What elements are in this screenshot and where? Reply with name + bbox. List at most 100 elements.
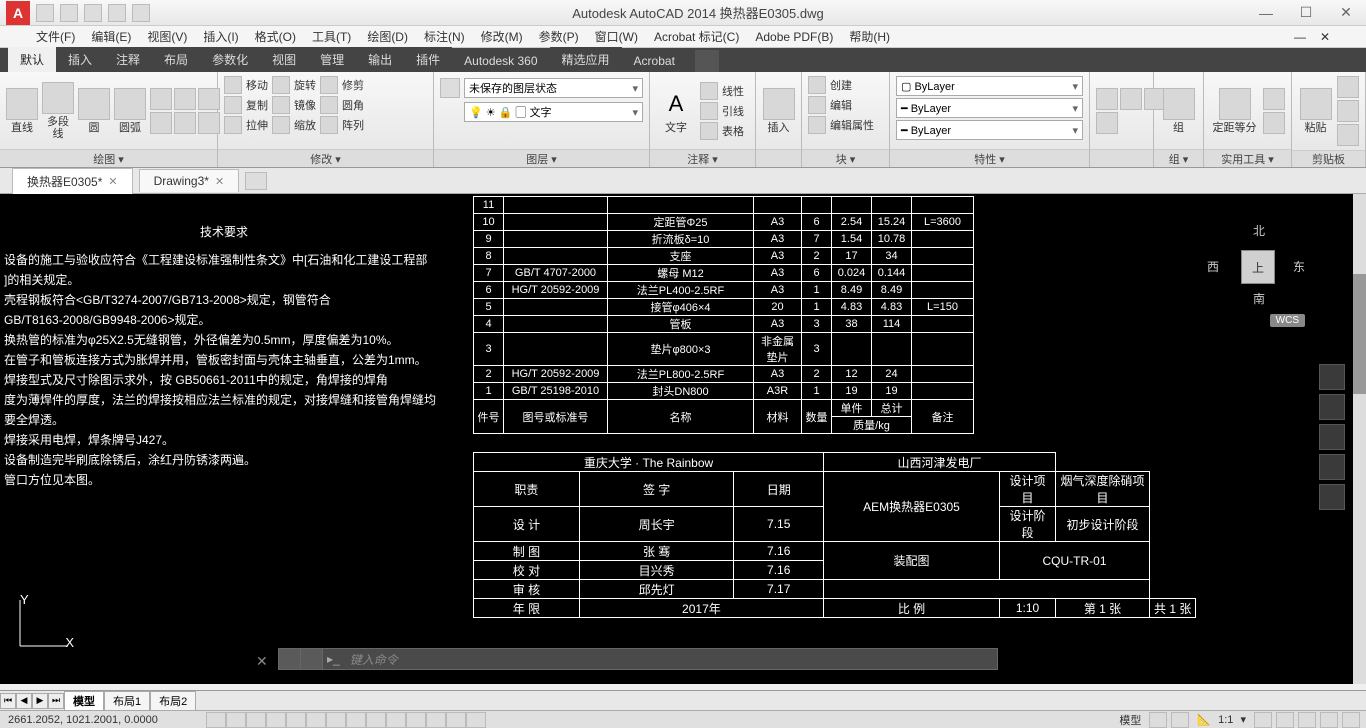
point-icon[interactable] xyxy=(174,112,196,134)
menu-file[interactable]: 文件(F) xyxy=(30,26,81,47)
layerprop-icon[interactable] xyxy=(440,78,460,98)
layout-next-icon[interactable]: ▶ xyxy=(32,693,48,709)
doc-tab[interactable]: Drawing3*✕ xyxy=(139,169,240,192)
layer-state-dropdown[interactable]: 未保存的图层状态▾ xyxy=(464,78,643,98)
qat-redo-icon[interactable] xyxy=(132,4,150,22)
tab-default[interactable]: 默认 xyxy=(8,47,56,72)
tab-close-icon[interactable]: ✕ xyxy=(108,175,117,188)
panel-util-label[interactable]: 实用工具 ▾ xyxy=(1204,149,1291,167)
status-icon[interactable] xyxy=(1171,712,1189,728)
hatch-icon[interactable] xyxy=(150,112,172,134)
layout-tab[interactable]: 布局1 xyxy=(104,691,150,711)
array-icon[interactable] xyxy=(320,116,338,134)
3dosnap-toggle[interactable] xyxy=(306,712,326,728)
measure-button[interactable]: 定距等分 xyxy=(1210,88,1259,134)
panel-draw-label[interactable]: 绘图 ▾ xyxy=(0,149,217,167)
viewcube-w[interactable]: 西 xyxy=(1207,258,1219,275)
polyline-button[interactable]: 多段线 xyxy=(42,82,74,140)
circle-button[interactable]: 圆 xyxy=(78,88,110,134)
menu-edit[interactable]: 编辑(E) xyxy=(85,26,137,47)
status-icon[interactable] xyxy=(1276,712,1294,728)
fillet-icon[interactable] xyxy=(320,96,338,114)
panel-modify-label[interactable]: 修改 ▾ xyxy=(218,149,433,167)
text-button[interactable]: A文字 xyxy=(656,88,696,134)
color-dropdown[interactable]: ▢ ByLayer▾ xyxy=(896,76,1083,96)
status-icon[interactable] xyxy=(1149,712,1167,728)
cmdline-recent-icon[interactable] xyxy=(301,649,323,669)
osnap-toggle[interactable] xyxy=(286,712,306,728)
viewcube-e[interactable]: 东 xyxy=(1293,258,1305,275)
copy-clip-icon[interactable] xyxy=(1337,100,1359,122)
tab-output[interactable]: 输出 xyxy=(356,47,404,72)
status-icon[interactable] xyxy=(1320,712,1338,728)
cut-icon[interactable] xyxy=(1337,76,1359,98)
region-icon[interactable] xyxy=(198,112,220,134)
qat-new-icon[interactable] xyxy=(36,4,54,22)
tab-view[interactable]: 视图 xyxy=(260,47,308,72)
tab-annotate[interactable]: 注释 xyxy=(104,47,152,72)
cmdline-icon[interactable] xyxy=(279,649,301,669)
anno-scale[interactable]: 📐 1:1 ▾ xyxy=(1193,713,1250,726)
util-icon[interactable] xyxy=(1263,112,1285,134)
viewcube-n[interactable]: 北 xyxy=(1253,222,1265,239)
misc-icon[interactable] xyxy=(1096,88,1118,110)
qat-save-icon[interactable] xyxy=(84,4,102,22)
arc-button[interactable]: 圆弧 xyxy=(114,88,146,134)
leader-icon[interactable] xyxy=(700,102,718,120)
panel-annot-label[interactable]: 注释 ▾ xyxy=(650,149,755,167)
menu-dim[interactable]: 标注(N) xyxy=(418,26,471,47)
linear-dim-icon[interactable] xyxy=(700,82,718,100)
cmdline-close-icon[interactable]: ✕ xyxy=(256,653,268,670)
move-icon[interactable] xyxy=(224,76,242,94)
app-logo-icon[interactable]: A xyxy=(6,1,30,25)
spline-icon[interactable] xyxy=(174,88,196,110)
misc-icon[interactable] xyxy=(1096,112,1118,134)
tpy-toggle[interactable] xyxy=(406,712,426,728)
tab-manage[interactable]: 管理 xyxy=(308,47,356,72)
tab-addins[interactable]: 插件 xyxy=(404,47,452,72)
ducs-toggle[interactable] xyxy=(346,712,366,728)
tab-close-icon[interactable]: ✕ xyxy=(215,175,224,188)
nav-showmotion-icon[interactable] xyxy=(1319,484,1345,510)
block-edit-icon[interactable] xyxy=(808,96,826,114)
menu-help[interactable]: 帮助(H) xyxy=(843,26,896,47)
viewcube-s[interactable]: 南 xyxy=(1253,290,1265,307)
match-icon[interactable] xyxy=(1337,124,1359,146)
tab-acrobat[interactable]: Acrobat xyxy=(622,50,687,72)
menu-tools[interactable]: 工具(T) xyxy=(306,26,357,47)
scrollbar-thumb[interactable] xyxy=(1353,274,1366,394)
tab-layout[interactable]: 布局 xyxy=(152,47,200,72)
new-tab-button[interactable] xyxy=(245,172,267,190)
lwt-toggle[interactable] xyxy=(386,712,406,728)
layout-tab[interactable]: 布局2 xyxy=(150,691,196,711)
command-line[interactable]: ▸_ 键入命令 xyxy=(278,648,998,670)
polar-toggle[interactable] xyxy=(266,712,286,728)
stretch-icon[interactable] xyxy=(224,116,242,134)
line-button[interactable]: 直线 xyxy=(6,88,38,134)
util-icon[interactable] xyxy=(1263,88,1285,110)
tab-settings-icon[interactable] xyxy=(695,50,719,72)
layout-model[interactable]: 模型 xyxy=(64,691,104,711)
table-icon[interactable] xyxy=(700,122,718,140)
menu-modify[interactable]: 修改(M) xyxy=(475,26,529,47)
panel-layer-label[interactable]: 图层 ▾ xyxy=(434,149,649,167)
drawing-area[interactable]: 技术要求 设备的施工与验收应符合《工程建设标准强制性条文》中[石油和化工建设工程… xyxy=(0,194,1353,684)
menu-view[interactable]: 视图(V) xyxy=(141,26,193,47)
menu-format[interactable]: 格式(O) xyxy=(249,26,302,47)
status-icon[interactable] xyxy=(1342,712,1360,728)
menu-param[interactable]: 参数(P) xyxy=(533,26,585,47)
panel-clip-label[interactable]: 剪贴板 xyxy=(1292,150,1365,167)
rect-icon[interactable] xyxy=(150,88,172,110)
linetype-dropdown[interactable]: ━ ByLayer▾ xyxy=(896,120,1083,140)
am-toggle[interactable] xyxy=(466,712,486,728)
otrack-toggle[interactable] xyxy=(326,712,346,728)
tab-featured[interactable]: 精选应用 xyxy=(550,47,622,72)
sc-toggle[interactable] xyxy=(446,712,466,728)
misc-icon[interactable] xyxy=(1120,88,1142,110)
paste-button[interactable]: 粘贴 xyxy=(1298,88,1333,134)
insert-button[interactable]: 插入 xyxy=(762,88,795,134)
nav-zoom-icon[interactable] xyxy=(1319,424,1345,450)
wcs-badge[interactable]: WCS xyxy=(1270,314,1305,327)
trim-icon[interactable] xyxy=(320,76,338,94)
doc-tab[interactable]: 换热器E0305*✕ xyxy=(12,168,133,194)
